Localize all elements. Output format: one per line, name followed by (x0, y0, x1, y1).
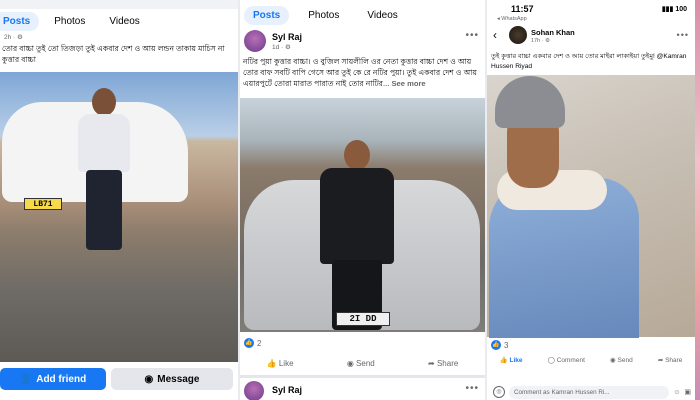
partial-panel-edge (695, 0, 700, 400)
messenger-icon: ◉ (144, 373, 154, 385)
share-button[interactable]: ➦ Share (658, 356, 683, 364)
more-options-icon[interactable]: ••• (465, 383, 479, 394)
post-meta: 17h · ⚙ (531, 38, 550, 44)
post-actions: 👍 Like ◉ Send ➦ Share (240, 354, 485, 372)
send-label: Send (617, 357, 633, 364)
messenger-icon: ◉ (610, 357, 616, 364)
share-label: Share (436, 358, 459, 368)
like-button[interactable]: 👍 Like (267, 359, 294, 368)
status-bar: 11:57 ◂ WhatsApp ▮▮▮ 100 (487, 2, 695, 22)
clock: 11:57 (511, 4, 534, 14)
post-detail-panel: 11:57 ◂ WhatsApp ▮▮▮ 100 ‹ Sohan Khan 17… (487, 0, 695, 400)
share-button[interactable]: ➦ Share (428, 359, 458, 368)
avatar[interactable] (244, 30, 266, 52)
avatar[interactable] (244, 381, 264, 400)
send-label: Send (356, 358, 375, 368)
post-header: ‹ Sohan Khan 17h · ⚙ ••• (487, 24, 695, 48)
message-label: Message (157, 373, 200, 385)
profile-panel-2: Posts Photos Videos Syl Raj 1d · ⚙ ••• ন… (240, 0, 485, 400)
caption-text: নটির পুয়া কুত্তার বাচ্চা। ও বুজিল সায়ল… (243, 57, 477, 88)
author-name[interactable]: Syl Raj (272, 32, 302, 42)
thumbs-up-icon: 👍 (499, 357, 508, 364)
send-button[interactable]: ◉ Send (347, 359, 375, 368)
see-more-link[interactable]: See more (391, 79, 425, 88)
profile-actions: 👤 Add friend ◉ Message (0, 368, 238, 400)
camera-icon[interactable]: ◎ (493, 386, 505, 398)
next-post-header: Syl Raj ••• (244, 381, 481, 400)
more-options-icon[interactable]: ••• (465, 30, 479, 41)
like-button[interactable]: 👍 Like (500, 356, 523, 364)
gif-icon[interactable]: ▣ (684, 388, 691, 396)
tab-posts[interactable]: Posts (244, 6, 290, 25)
tab-photos[interactable]: Photos (45, 12, 94, 31)
like-label: Like (509, 357, 523, 364)
comment-label: Comment (556, 357, 585, 364)
tab-videos[interactable]: Videos (100, 12, 148, 31)
screenshot-collage: Posts Photos Videos 2h · ⚙ তোর বাচ্চা তু… (0, 0, 700, 400)
post-divider (240, 375, 485, 378)
share-icon: ➦ (428, 358, 435, 368)
post-header: Syl Raj 1d · ⚙ ••• (244, 30, 481, 54)
profile-panel-1: Posts Photos Videos 2h · ⚙ তোর বাচ্চা তু… (0, 0, 238, 400)
author-name[interactable]: Sohan Khan (531, 28, 575, 37)
post-caption: তোর বাচ্চা তুই তো তিজড়া তুই একবার দেশ ও… (2, 44, 225, 64)
post-actions: 👍 Like ◯ Comment ◉ Send ➦ Share (487, 356, 695, 364)
post-meta: 1d · ⚙ (272, 44, 291, 51)
post-caption: নটির পুয়া কুত্তার বাচ্চা। ও বুজিল সায়ল… (243, 56, 482, 89)
share-icon: ➦ (657, 357, 664, 364)
like-reaction-icon: 👍 (491, 340, 501, 350)
add-friend-button[interactable]: 👤 Add friend (0, 368, 106, 390)
more-options-icon[interactable]: ••• (677, 30, 689, 40)
share-label: Share (665, 357, 683, 364)
messenger-icon: ◉ (346, 358, 354, 368)
profile-tabs: Posts Photos Videos (0, 12, 149, 31)
tab-videos[interactable]: Videos (358, 6, 406, 25)
signal-battery: ▮▮▮ 100 (661, 6, 687, 13)
message-button[interactable]: ◉ Message (111, 368, 233, 390)
person-figure (318, 140, 396, 330)
post-caption: তুই কুত্তার বাচ্চা একবার দেশ ও আয় তোর ম… (491, 53, 687, 70)
comment-button[interactable]: ◯ Comment (548, 356, 585, 364)
reaction-summary[interactable]: 👍 3 (491, 340, 508, 350)
profile-tabs: Posts Photos Videos (244, 6, 407, 25)
sticker-icon[interactable]: ☺ (673, 389, 680, 396)
send-button[interactable]: ◉ Send (610, 356, 633, 364)
top-bar (0, 0, 238, 9)
like-reaction-icon: 👍 (244, 338, 254, 348)
thumbs-up-icon: 👍 (266, 358, 277, 368)
tab-posts[interactable]: Posts (0, 12, 40, 31)
license-plate: LB71 (24, 198, 62, 210)
back-arrow-icon[interactable]: ‹ (493, 28, 497, 42)
license-plate: 2I DD (336, 312, 390, 326)
comment-icon: ◯ (547, 357, 555, 364)
reaction-summary[interactable]: 👍 2 (244, 338, 261, 348)
tab-photos[interactable]: Photos (299, 6, 348, 25)
comment-input[interactable]: Comment as Kamran Hussen Ri... (509, 385, 670, 399)
reaction-count: 3 (504, 340, 509, 350)
comment-bar: ◎ Comment as Kamran Hussen Ri... ☺ ▣ (493, 385, 691, 399)
like-label: Like (278, 358, 294, 368)
back-to-app[interactable]: ◂ WhatsApp (497, 16, 527, 22)
person-figure (76, 88, 132, 258)
add-user-icon: 👤 (19, 373, 33, 385)
reaction-count: 2 (257, 338, 262, 348)
add-friend-label: Add friend (36, 373, 87, 385)
avatar[interactable] (509, 26, 527, 44)
post-meta: 2h · ⚙ (4, 34, 23, 41)
author-name[interactable]: Syl Raj (272, 385, 302, 395)
